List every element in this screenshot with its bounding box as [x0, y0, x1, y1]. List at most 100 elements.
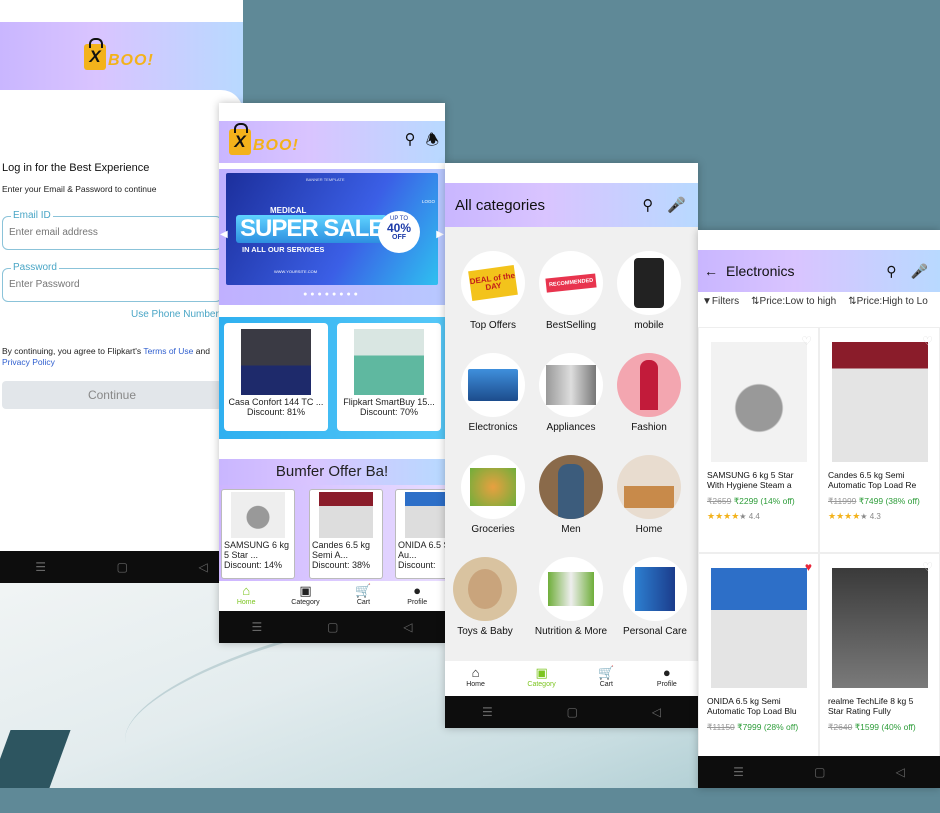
categories-screen: All categories ⚲ 🎤 DEAL of the DAY Top Off…: [445, 163, 698, 728]
product-mrp: ₹2659: [707, 496, 732, 506]
category-item[interactable]: Groceries: [453, 455, 533, 535]
banner-prev-icon[interactable]: ◀: [220, 229, 228, 240]
category-item[interactable]: Fashion: [609, 353, 689, 433]
category-image: [453, 557, 517, 621]
nav-category[interactable]: ▣ Category: [527, 665, 555, 695]
product-price: ₹2299 (14% off): [733, 496, 795, 506]
product-card[interactable]: Casa Confort 144 TC ... Discount: 81%: [224, 323, 328, 431]
terms-link[interactable]: Terms of Use: [143, 346, 193, 356]
continue-button[interactable]: Continue: [2, 381, 222, 409]
category-image: [539, 353, 603, 417]
product-card[interactable]: ♡ realme TechLife 8 kg 5 Star Rating Ful…: [819, 553, 940, 779]
menu-icon[interactable]: ☰: [482, 705, 493, 719]
filters-button[interactable]: ▼Filters: [702, 296, 739, 320]
category-item[interactable]: Men: [531, 455, 611, 535]
discount-badge: UP TO 40% OFF: [378, 211, 420, 253]
heart-icon[interactable]: ♡: [922, 334, 933, 348]
menu-icon[interactable]: ☰: [251, 620, 262, 634]
category-item[interactable]: Electronics: [453, 353, 533, 433]
category-icon: ▣: [299, 583, 312, 598]
category-item[interactable]: Home: [609, 455, 689, 535]
category-label: BestSelling: [545, 320, 597, 331]
product-discount: Discount: 70%: [359, 407, 419, 417]
menu-icon[interactable]: ☰: [35, 560, 46, 574]
offer-title: Bumfer Offer Ba!: [219, 459, 445, 485]
search-icon[interactable]: ⚲: [405, 130, 416, 155]
offer-card[interactable]: Candes 6.5 kg Semi A... Discount: 38%: [309, 489, 383, 579]
category-item[interactable]: Appliances: [531, 353, 611, 433]
product-card[interactable]: ♥ ONIDA 6.5 kg Semi Automatic Top Load B…: [698, 553, 819, 779]
category-item[interactable]: Nutrition & More: [529, 557, 613, 637]
heart-icon[interactable]: ♡: [922, 560, 933, 574]
sort-low-high-button[interactable]: ⇅Price:Low to high: [751, 296, 836, 320]
banner-carousel[interactable]: BANNER TEMPLATE MEDICAL SUPER SALE IN AL…: [219, 169, 445, 305]
product-card[interactable]: ♡ Candes 6.5 kg Semi Automatic Top Load …: [819, 327, 940, 553]
back-icon[interactable]: ◁: [403, 620, 412, 634]
banner-site: WWW.YOURSITE.COM: [274, 269, 318, 274]
categories-header: All categories ⚲ 🎤: [445, 183, 698, 227]
nav-home[interactable]: ⌂ Home: [237, 583, 256, 611]
nav-profile[interactable]: ● Profile: [657, 665, 677, 695]
heart-filled-icon[interactable]: ♥: [805, 560, 812, 574]
category-image: [461, 455, 525, 519]
category-label: Nutrition & More: [534, 626, 608, 637]
category-item[interactable]: Toys & Baby: [445, 557, 525, 637]
use-phone-link[interactable]: Use Phone Number: [131, 309, 219, 320]
product-card[interactable]: Flipkart SmartBuy 15... Discount: 70%: [337, 323, 441, 431]
password-input[interactable]: [9, 279, 209, 290]
privacy-link[interactable]: Privacy Policy: [2, 357, 55, 367]
banner-next-icon[interactable]: ▶: [436, 229, 444, 240]
back-icon[interactable]: ◁: [896, 765, 905, 779]
filter-bar: ▼Filters ⇅Price:Low to high ⇅Price:High …: [698, 296, 940, 320]
menu-icon[interactable]: ☰: [733, 765, 744, 779]
search-icon[interactable]: ⚲: [642, 196, 653, 214]
sort-high-low-button[interactable]: ⇅Price:High to Lo: [848, 296, 928, 320]
product-image: [831, 342, 928, 462]
category-label: Groceries: [471, 524, 515, 535]
offer-card[interactable]: SAMSUNG 6 kg 5 Star ... Discount: 14%: [221, 489, 295, 579]
home-sys-icon[interactable]: ▢: [117, 560, 128, 574]
password-label: Password: [11, 262, 59, 273]
nav-category[interactable]: ▣ Category: [291, 583, 319, 611]
category-image: [623, 557, 687, 621]
login-subtitle: Enter your Email & Password to continue: [2, 184, 157, 194]
heart-icon[interactable]: ♡: [801, 334, 812, 348]
email-input[interactable]: [9, 227, 209, 238]
product-card[interactable]: ♡ SAMSUNG 6 kg 5 Star With Hygiene Steam…: [698, 327, 819, 553]
category-item[interactable]: DEAL of the DAY Top Offers: [453, 251, 533, 331]
back-icon[interactable]: ◁: [198, 560, 207, 574]
carousel-dots: ●●●●●●●●: [303, 291, 361, 298]
product-image: [710, 342, 807, 462]
bell-icon[interactable]: 🕭: [426, 130, 439, 155]
bottom-nav: ⌂ Home ▣ Category 🛒 Cart ● Profile: [445, 661, 698, 695]
offer-name: SAMSUNG 6 kg 5 Star ...: [224, 540, 290, 560]
search-icon[interactable]: ⚲: [886, 263, 896, 280]
product-name: Casa Confort 144 TC ...: [228, 397, 324, 407]
product-mrp: ₹2640: [828, 722, 853, 732]
system-navbar: ☰ ▢ ◁: [0, 551, 243, 583]
category-item[interactable]: mobile: [609, 251, 689, 331]
home-sys-icon[interactable]: ▢: [814, 765, 825, 779]
terms-text: By continuing, you agree to Flipkart's T…: [2, 346, 232, 368]
home-sys-icon[interactable]: ▢: [567, 705, 578, 719]
home-header: X BOO! ⚲ 🕭: [219, 121, 445, 163]
nav-cart[interactable]: 🛒 Cart: [355, 583, 371, 611]
nav-cart[interactable]: 🛒 Cart: [598, 665, 614, 695]
category-grid: DEAL of the DAY Top Offers RECOMMENDED Bes…: [445, 227, 698, 661]
home-sys-icon[interactable]: ▢: [327, 620, 338, 634]
back-arrow-icon[interactable]: ←: [704, 263, 718, 279]
offer-card[interactable]: ONIDA 6.5 Semi Au... Discount:: [395, 489, 445, 579]
category-item[interactable]: RECOMMENDED BestSelling: [531, 251, 611, 331]
category-item[interactable]: Personal Care: [615, 557, 695, 637]
category-label: Fashion: [631, 422, 667, 433]
product-name: Candes 6.5 kg Semi Automatic Top Load Re: [828, 470, 917, 490]
mic-icon[interactable]: 🎤: [667, 196, 686, 214]
login-screen: X BOO! Log in for the Best Experience En…: [0, 0, 243, 583]
offer-row: SAMSUNG 6 kg 5 Star ... Discount: 14% Ca…: [219, 485, 445, 581]
banner-line1: MEDICAL: [270, 206, 307, 215]
nav-home[interactable]: ⌂ Home: [466, 665, 485, 695]
back-icon[interactable]: ◁: [652, 705, 661, 719]
category-image: [539, 455, 603, 519]
mic-icon[interactable]: 🎤: [911, 263, 928, 280]
nav-profile[interactable]: ● Profile: [407, 583, 427, 611]
